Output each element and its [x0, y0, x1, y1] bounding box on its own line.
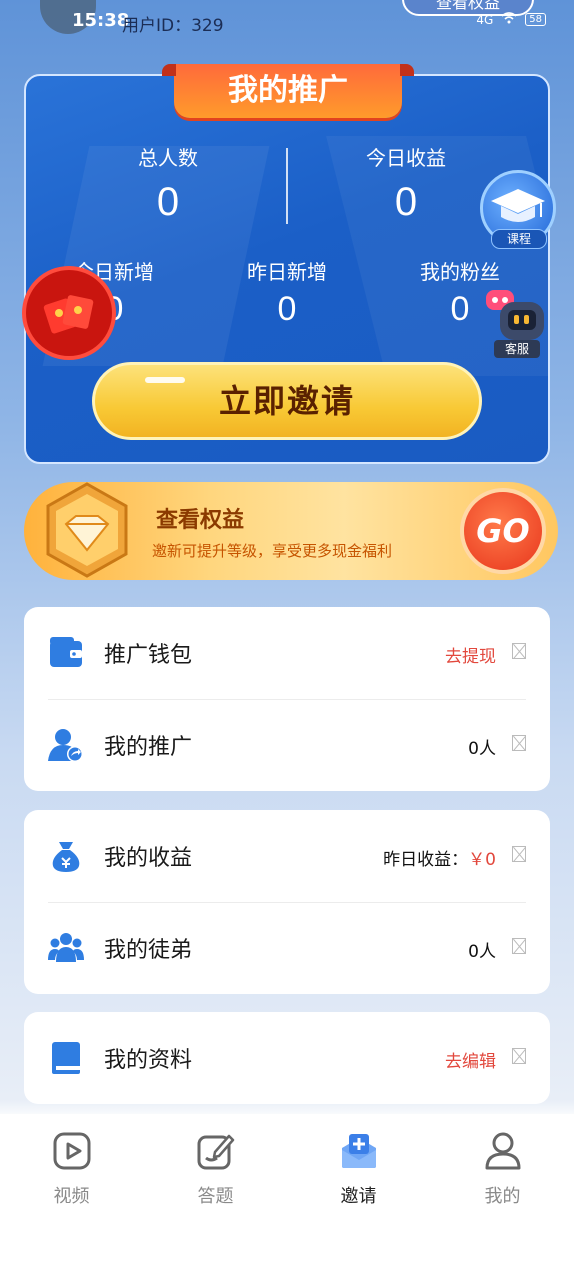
menu-row-my-promotion[interactable]: 我的推广 0人	[24, 699, 550, 791]
diamond-badge-icon	[42, 480, 132, 580]
battery-icon: 58	[525, 13, 546, 26]
tab-label-profile: 我的	[484, 1186, 521, 1207]
stat-yesterday-new-label: 昨日新增	[247, 260, 327, 284]
money-bag-icon	[52, 842, 80, 872]
wallet-icon	[50, 637, 82, 667]
tab-label-invite: 邀请	[340, 1186, 377, 1207]
customer-service-label: 客服	[494, 340, 540, 358]
stat-total-label: 总人数	[138, 146, 198, 170]
invite-icon	[342, 1134, 376, 1168]
chevron-right-icon	[512, 735, 526, 751]
my-promotion-count: 0人	[468, 739, 496, 759]
rights-banner-subtitle: 邀新可提升等级，享受更多现金福利	[152, 542, 393, 560]
invite-now-label: 立即邀请	[218, 382, 355, 420]
stat-today-earnings-value: 0	[394, 180, 418, 224]
group-icon	[48, 933, 84, 962]
quiz-icon	[197, 1134, 235, 1170]
menu-row-disciples[interactable]: 我的徒弟 0人	[24, 902, 550, 994]
menu-card-promotion: 推广钱包 去提现 我的推广 0人	[24, 607, 550, 791]
tab-label-video: 视频	[53, 1186, 90, 1207]
menu-label-wallet: 推广钱包	[104, 643, 193, 668]
menu-label-earnings: 我的收益	[104, 846, 193, 871]
stat-fans-label: 我的粉丝	[420, 260, 500, 284]
wifi-icon	[501, 12, 517, 27]
course-label: 课程	[491, 229, 547, 249]
stat-today-earnings-label: 今日收益	[366, 146, 446, 170]
tab-quiz[interactable]: 答题	[144, 1114, 287, 1224]
tab-profile[interactable]: 我的	[431, 1114, 574, 1224]
tab-invite[interactable]: 邀请	[287, 1114, 430, 1224]
tab-label-quiz: 答题	[197, 1186, 234, 1207]
menu-row-earnings[interactable]: 我的收益 昨日收益：￥0	[24, 810, 550, 902]
menu-row-profile[interactable]: 我的资料 去编辑	[24, 1012, 550, 1104]
chevron-right-icon	[512, 938, 526, 954]
menu-card-earnings: 我的收益 昨日收益：￥0 我的徒弟 0人	[24, 810, 550, 994]
red-envelope-icon	[43, 295, 94, 334]
menu-card-profile: 我的资料 去编辑	[24, 1012, 550, 1104]
status-time: 15:38	[72, 10, 130, 31]
edit-profile-link[interactable]: 去编辑	[445, 1047, 496, 1072]
stat-total-value: 0	[156, 180, 180, 224]
menu-row-wallet[interactable]: 推广钱包 去提现	[24, 607, 550, 699]
go-label: GO	[476, 512, 530, 550]
robot-icon	[486, 290, 544, 340]
stat-yesterday-new-value: 0	[277, 290, 297, 328]
network-label: 4G	[476, 12, 494, 27]
red-envelope-float-button[interactable]	[22, 266, 116, 360]
book-icon	[52, 1042, 80, 1074]
customer-service-float-button[interactable]	[486, 288, 552, 346]
status-icons: 4G 58	[476, 12, 546, 27]
chevron-right-icon	[512, 846, 526, 862]
menu-label-disciples: 我的徒弟	[104, 938, 193, 963]
user-id: 用户ID：329	[122, 16, 224, 36]
user-share-icon	[48, 729, 83, 762]
video-icon	[53, 1132, 91, 1170]
rights-banner-title: 查看权益	[156, 508, 245, 533]
divider	[286, 148, 288, 224]
invite-now-button[interactable]: 立即邀请	[92, 362, 482, 440]
promotion-title: 我的推广	[162, 64, 414, 118]
yesterday-earnings: 昨日收益：￥0	[383, 845, 496, 870]
yesterday-earnings-value: ￥0	[468, 850, 496, 870]
chevron-right-icon	[512, 643, 526, 659]
menu-label-my-promotion: 我的推广	[104, 735, 193, 760]
go-button[interactable]: GO	[460, 488, 546, 574]
disciples-count: 0人	[468, 942, 496, 962]
withdraw-link[interactable]: 去提现	[445, 642, 496, 667]
menu-label-profile: 我的资料	[104, 1048, 193, 1073]
profile-icon	[485, 1132, 521, 1170]
chevron-right-icon	[512, 1048, 526, 1064]
view-rights-label: 查看权益	[435, 0, 500, 12]
tab-video[interactable]: 视频	[0, 1114, 143, 1224]
status-bar: 15:38 用户ID：329 查看权益 4G 58	[0, 0, 574, 44]
bottom-tab-bar: 视频 答题 邀请 我的	[0, 1114, 574, 1280]
yesterday-earnings-label: 昨日收益：	[383, 850, 469, 870]
